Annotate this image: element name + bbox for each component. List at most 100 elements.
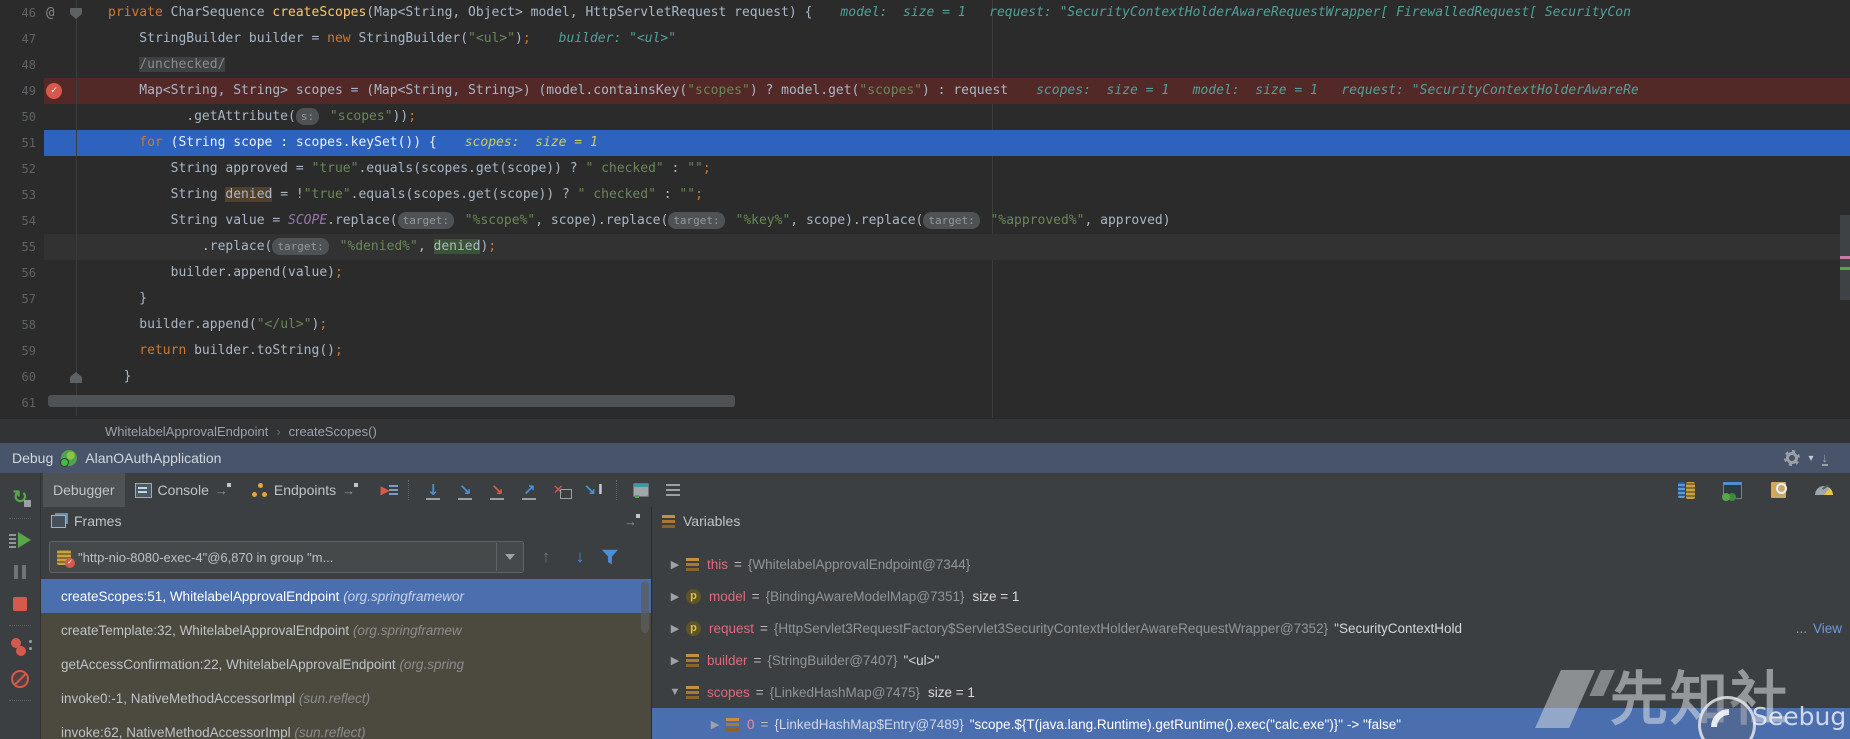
thread-selector[interactable]: "http-nio-8080-exec-4"@6,870 in group "m… xyxy=(49,541,524,573)
fold-end-icon[interactable] xyxy=(70,372,82,383)
variable-value: "SecurityContextHold xyxy=(1334,620,1463,636)
tab-debugger[interactable]: Debugger xyxy=(43,473,125,507)
gutter xyxy=(44,182,108,208)
horizontal-scrollbar-thumb[interactable] xyxy=(48,395,735,407)
mute-breakpoints-icon[interactable] xyxy=(6,665,34,693)
next-frame-icon[interactable]: ↓ xyxy=(568,545,592,569)
tree-collapse-icon[interactable]: ▼ xyxy=(664,686,686,698)
rerun-icon[interactable] xyxy=(6,483,34,511)
code-text: } xyxy=(108,369,132,384)
variable-row[interactable]: ▼ scopes = {LinkedHashMap@7475} size = 1 xyxy=(652,676,1850,708)
stack-frame-row[interactable]: getAccessConfirmation:22, WhitelabelAppr… xyxy=(41,647,651,681)
breadcrumb-item-class[interactable]: WhitelabelApprovalEndpoint xyxy=(105,424,268,439)
equals-sign: = xyxy=(760,620,768,636)
code-line: 47 StringBuilder builder = new StringBui… xyxy=(0,26,1850,52)
variable-type-ref: {LinkedHashMap$Entry@7489} xyxy=(774,716,964,732)
variable-row[interactable]: ▶ p model = {BindingAwareModelMap@7351} size … xyxy=(652,580,1850,612)
previous-frame-icon[interactable]: ↑ xyxy=(534,545,558,569)
profiler-icon[interactable] xyxy=(1810,477,1838,503)
line-number: 60 xyxy=(0,364,44,390)
debug-left-toolbar xyxy=(0,473,41,739)
stack-frame-row[interactable]: invoke:62, NativeMethodAccessorImpl (sun… xyxy=(41,715,651,739)
code-editor[interactable]: 46 @ private CharSequence createScopes(Map… xyxy=(0,0,1850,418)
separator xyxy=(9,625,31,626)
open-in-new-icon[interactable] xyxy=(215,482,232,498)
step-into-icon[interactable] xyxy=(451,477,479,503)
search-icon[interactable] xyxy=(1764,477,1792,503)
variable-name: model xyxy=(709,588,746,604)
step-over-icon[interactable] xyxy=(419,477,447,503)
breadcrumb-separator: › xyxy=(276,423,281,439)
variable-name: scopes xyxy=(707,684,750,700)
gutter: ✓ xyxy=(44,78,108,104)
open-in-new-icon[interactable] xyxy=(624,513,641,529)
stack-frame-row[interactable]: invoke0:-1, NativeMethodAccessorImpl (su… xyxy=(41,681,651,715)
variable-row[interactable]: ▶ builder = {StringBuilder@7407} "<ul>" xyxy=(652,644,1850,676)
stop-icon[interactable] xyxy=(6,590,34,618)
open-in-new-icon[interactable] xyxy=(342,482,359,498)
pause-icon[interactable] xyxy=(6,558,34,586)
line-number: 58 xyxy=(0,312,44,338)
view-breakpoints-icon[interactable] xyxy=(6,633,34,661)
force-step-into-icon[interactable] xyxy=(483,477,511,503)
drop-frame-icon[interactable] xyxy=(547,477,575,503)
variable-type-ref: {LinkedHashMap@7475} xyxy=(769,684,920,700)
resume-icon[interactable] xyxy=(6,526,34,554)
gutter xyxy=(44,312,108,338)
tree-expand-icon[interactable]: ▶ xyxy=(664,654,686,667)
inline-debugger-hint: model: size = 1 request: "SecurityContex… xyxy=(840,5,1631,20)
settings-gear-icon[interactable] xyxy=(1784,450,1801,466)
stack-frame-row[interactable]: createTemplate:32, WhitelabelApprovalEnd… xyxy=(41,613,651,647)
fold-start-icon[interactable] xyxy=(70,8,82,19)
line-number: 61 xyxy=(0,390,44,416)
value-icon xyxy=(686,653,699,667)
line-number: 46 xyxy=(0,0,44,26)
value-icon xyxy=(686,685,699,699)
view-link[interactable]: View xyxy=(1813,621,1842,636)
parameter-hint: target: xyxy=(923,212,980,229)
tree-expand-icon[interactable]: ▶ xyxy=(664,590,686,603)
stack-frame-row[interactable]: createScopes:51, WhitelabelApprovalEndpo… xyxy=(41,579,651,613)
breadcrumb-item-method[interactable]: createScopes() xyxy=(289,424,377,439)
hide-window-icon[interactable]: ↓ xyxy=(1821,451,1828,466)
evaluate-expression-icon[interactable] xyxy=(627,477,655,503)
variable-row[interactable]: ▶ 0 = {LinkedHashMap$Entry@7489} "scope.${T(… xyxy=(652,708,1850,739)
frames-scrollbar-thumb[interactable] xyxy=(641,581,649,633)
frame-location: invoke:62, NativeMethodAccessorImpl xyxy=(61,724,295,739)
code-text: builder.append("</ul>"); xyxy=(108,317,328,332)
tree-expand-icon[interactable]: ▶ xyxy=(664,558,686,571)
tree-expand-icon[interactable]: ▶ xyxy=(704,718,726,731)
memory-icon[interactable] xyxy=(1718,477,1746,503)
tab-label: Endpoints xyxy=(273,482,337,498)
step-out-icon[interactable] xyxy=(515,477,543,503)
thread-dropdown-arrow[interactable] xyxy=(496,543,523,571)
debug-toolwindow-header: Debug AlanOAuthApplication ▾ ↓ xyxy=(0,443,1850,473)
code-text: String value = SCOPE.replace(target: "%s… xyxy=(108,212,1171,229)
variable-row[interactable]: ▶ p request = {HttpServlet3RequestFactory$Se… xyxy=(652,612,1850,644)
tab-console[interactable]: Console xyxy=(125,473,242,507)
variable-row[interactable]: ▶ this = {WhitelabelApprovalEndpoint@7344} xyxy=(652,548,1850,580)
console-icon xyxy=(134,482,152,498)
variable-name: 0 xyxy=(747,716,755,732)
gutter xyxy=(44,104,108,130)
trace-stream-icon[interactable] xyxy=(659,477,687,503)
code-text: for (String scope : scopes.keySet()) {sc… xyxy=(108,135,598,150)
tree-expand-icon[interactable]: ▶ xyxy=(664,622,686,635)
frame-package: (org.springframew xyxy=(352,622,462,638)
parameter-hint: target: xyxy=(397,212,454,229)
value-icon xyxy=(726,717,739,731)
line-number: 57 xyxy=(0,286,44,312)
gutter xyxy=(44,364,108,390)
horizontal-scrollbar[interactable] xyxy=(0,394,1850,408)
gutter xyxy=(44,260,108,286)
tab-endpoints[interactable]: Endpoints xyxy=(242,473,369,507)
show-execution-point-icon[interactable] xyxy=(371,477,399,503)
threads-icon[interactable] xyxy=(1672,477,1700,503)
chevron-down-icon[interactable]: ▾ xyxy=(1808,453,1813,464)
code-text: builder.append(value); xyxy=(108,265,343,280)
breakpoint-icon[interactable]: ✓ xyxy=(46,83,62,99)
hide-library-frames-filter-icon[interactable] xyxy=(602,549,618,565)
equals-sign: = xyxy=(734,556,742,572)
run-to-cursor-icon[interactable] xyxy=(579,477,607,503)
inline-debugger-hint: scopes: size = 1 xyxy=(464,135,598,150)
